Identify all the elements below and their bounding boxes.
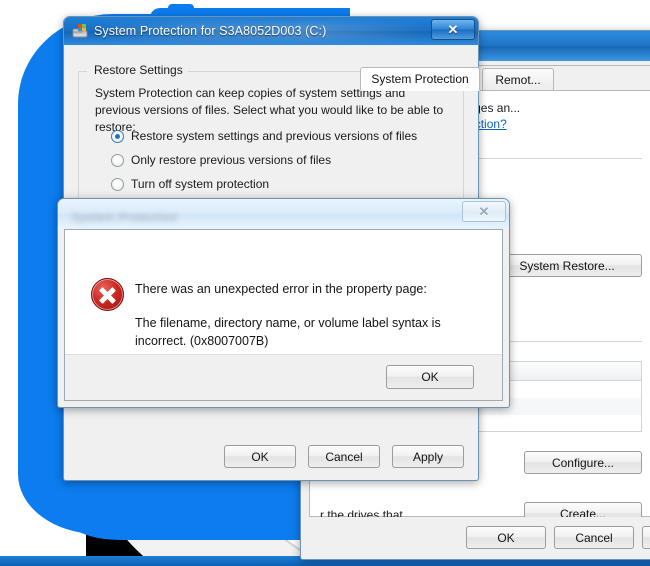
- tab-strip: ...nced System Protection Remot...: [301, 66, 650, 91]
- radio-button-icon: [111, 178, 124, 191]
- restore-settings-legend: Restore Settings: [89, 63, 188, 77]
- tab-system-protection[interactable]: System Protection: [360, 67, 480, 91]
- sysprops-ok-label: OK: [497, 530, 515, 545]
- configure-button[interactable]: Configure...: [524, 451, 642, 474]
- tab-remote[interactable]: Remot...: [482, 68, 554, 90]
- radio-label: Only restore previous versions of files: [131, 153, 332, 167]
- configure-label: Configure...: [551, 455, 615, 470]
- radio-turn-off-protection[interactable]: Turn off system protection: [111, 177, 269, 191]
- spdialog-ok-label: OK: [251, 449, 269, 464]
- error-icon: [91, 278, 124, 311]
- system-properties-footer: OK Cancel A...: [301, 517, 650, 559]
- blue-marker-nub: [168, 4, 194, 16]
- shield-drive-icon: [72, 23, 88, 39]
- system-protection-button-row: OK Cancel Apply: [224, 445, 464, 468]
- system-restore-label: System Restore...: [519, 258, 615, 273]
- error-message-line-2: The filename, directory name, or volume …: [135, 316, 441, 348]
- sysprops-ok-button[interactable]: OK: [466, 526, 546, 549]
- close-glyph: ✕: [478, 203, 490, 219]
- group-top-line-left: [79, 71, 87, 72]
- spdialog-cancel-label: Cancel: [325, 449, 363, 464]
- system-protection-titlebar[interactable]: System Protection for S3A8052D003 (C:) ✕: [64, 17, 478, 46]
- error-message-line-1: There was an unexpected error in the pro…: [135, 282, 427, 296]
- system-restore-button[interactable]: System Restore...: [492, 254, 642, 277]
- system-protection-title: System Protection for S3A8052D003 (C:): [94, 24, 327, 38]
- radio-label: Restore system settings and previous ver…: [131, 129, 418, 143]
- error-ok-label: OK: [421, 370, 439, 384]
- blue-marker-bottom: [60, 500, 310, 540]
- tab-remote-label: Remot...: [495, 72, 541, 87]
- spdialog-ok-button[interactable]: OK: [224, 445, 296, 468]
- spdialog-apply-label: Apply: [412, 449, 444, 464]
- spdialog-apply-button[interactable]: Apply: [392, 445, 464, 468]
- error-dialog-body: There was an unexpected error in the pro…: [64, 229, 503, 401]
- sysprops-apply-button[interactable]: A...: [642, 526, 650, 549]
- error-dialog-titlebar[interactable]: System Protection ✕: [58, 199, 509, 229]
- radio-label: Turn off system protection: [131, 177, 270, 191]
- radio-button-icon: [111, 130, 124, 143]
- radio-restore-system-settings[interactable]: Restore system settings and previous ver…: [111, 129, 417, 143]
- error-ok-button[interactable]: OK: [386, 365, 474, 389]
- tab-system-protection-label: System Protection: [371, 72, 469, 86]
- error-dialog-footer: OK: [65, 354, 502, 400]
- sysprops-cancel-label: Cancel: [575, 530, 613, 545]
- close-glyph: ✕: [447, 21, 459, 37]
- radio-button-icon: [111, 154, 124, 167]
- close-icon[interactable]: ✕: [462, 201, 506, 222]
- error-dialog: System Protection ✕ There was an unexpec…: [57, 198, 510, 408]
- error-dialog-title: System Protection: [72, 212, 179, 224]
- spdialog-cancel-button[interactable]: Cancel: [308, 445, 380, 468]
- screenshot-root: ...nced System Protection Remot... ...nd…: [0, 0, 650, 566]
- radio-only-previous-versions[interactable]: Only restore previous versions of files: [111, 153, 331, 167]
- sysprops-cancel-button[interactable]: Cancel: [554, 526, 634, 549]
- close-icon[interactable]: ✕: [431, 19, 475, 40]
